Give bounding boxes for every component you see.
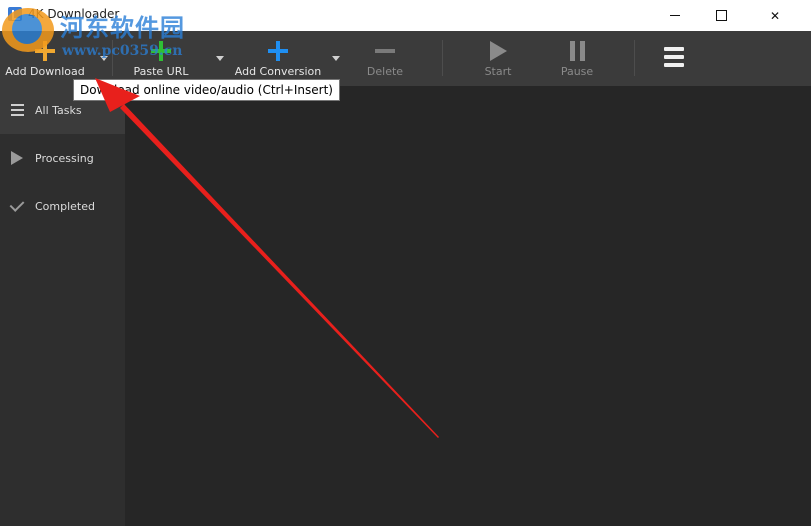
watermark-url: www.pc0359.cn: [62, 43, 183, 59]
minus-icon: [375, 49, 395, 53]
start-label: Start: [484, 65, 512, 78]
toolbar-divider: [634, 40, 635, 76]
delete-button[interactable]: Delete: [360, 31, 410, 86]
sidebar-item-label: Processing: [35, 151, 94, 165]
paste-url-label: Paste URL: [133, 65, 189, 78]
watermark-logo: [2, 8, 54, 52]
play-icon: [11, 151, 23, 165]
menu-button[interactable]: [660, 31, 688, 86]
add-conversion-label: Add Conversion: [234, 65, 322, 78]
start-button[interactable]: Start: [476, 31, 520, 86]
sidebar: All Tasks Processing Completed: [0, 86, 125, 526]
add-download-label: Add Download: [5, 65, 85, 78]
sidebar-item-processing[interactable]: Processing: [0, 134, 125, 182]
watermark-text: 河东软件园: [60, 13, 185, 42]
delete-label: Delete: [366, 65, 404, 78]
minimize-button[interactable]: [652, 0, 698, 31]
sidebar-item-completed[interactable]: Completed: [0, 182, 125, 230]
pause-button[interactable]: Pause: [554, 31, 600, 86]
pause-icon: [569, 41, 585, 61]
sidebar-item-label: Completed: [35, 199, 95, 213]
sidebar-item-label: All Tasks: [35, 103, 82, 117]
add-conversion-dropdown-icon[interactable]: [332, 56, 340, 61]
add-conversion-icon: [268, 41, 288, 61]
hamburger-icon: [664, 47, 684, 69]
pause-label: Pause: [560, 65, 594, 78]
task-list-area[interactable]: [125, 86, 811, 526]
add-conversion-button[interactable]: Add Conversion: [234, 31, 322, 86]
check-icon: [9, 196, 25, 212]
maximize-button[interactable]: [698, 0, 744, 31]
tooltip: Download online video/audio (Ctrl+Insert…: [73, 79, 340, 101]
toolbar-divider: [442, 40, 443, 76]
maximize-icon: [715, 10, 727, 21]
minimize-icon: [670, 15, 680, 16]
close-button[interactable]: ✕: [752, 0, 798, 31]
paste-url-dropdown-icon[interactable]: [216, 56, 224, 61]
list-icon: [10, 104, 24, 116]
close-icon: ✕: [769, 8, 781, 23]
play-icon: [489, 41, 507, 61]
